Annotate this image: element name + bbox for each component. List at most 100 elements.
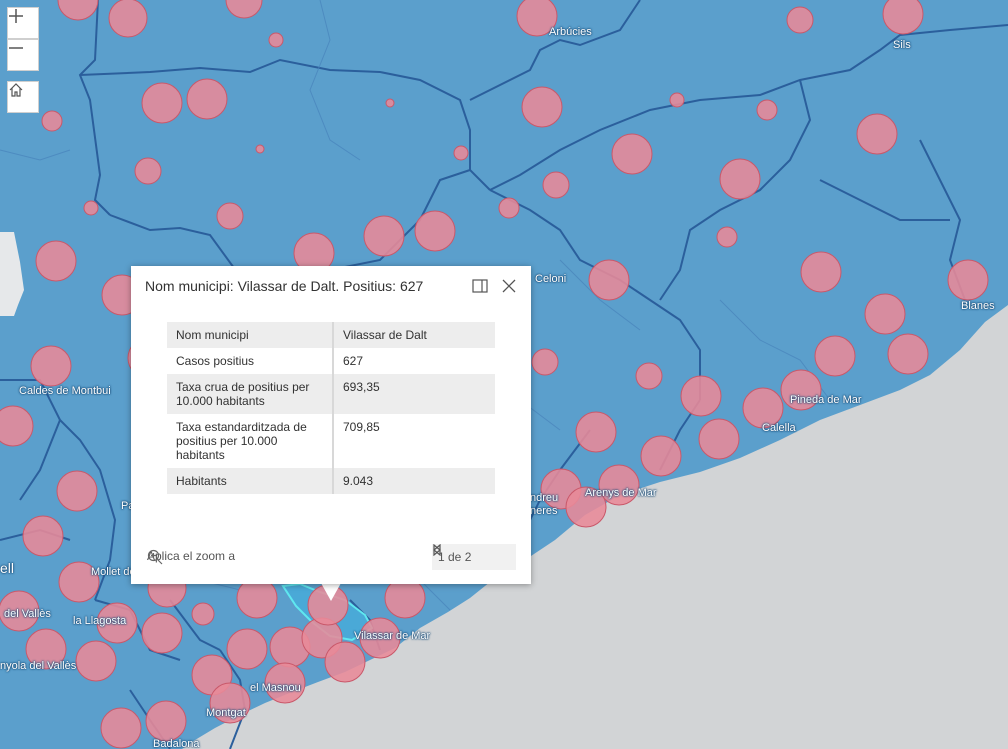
cases-circle[interactable] bbox=[226, 628, 268, 670]
place-label-caldes: Caldes de Montbui bbox=[19, 385, 111, 397]
cases-circle[interactable] bbox=[698, 418, 740, 460]
cases-circle[interactable] bbox=[191, 602, 215, 626]
feature-popup: Nom municipi: Vilassar de Dalt. Positius… bbox=[131, 266, 531, 584]
close-icon[interactable] bbox=[500, 277, 518, 295]
cases-circle[interactable] bbox=[83, 200, 99, 216]
feature-pager: 1 de 2 bbox=[432, 544, 516, 570]
next-feature-icon[interactable] bbox=[432, 544, 442, 556]
cases-circle[interactable] bbox=[35, 240, 77, 282]
pager-text: 1 de 2 bbox=[438, 550, 472, 564]
cases-circle[interactable] bbox=[453, 145, 469, 161]
zoom-in-button[interactable] bbox=[7, 7, 39, 39]
cases-circle[interactable] bbox=[680, 375, 722, 417]
place-label-montgat: Montgat bbox=[206, 707, 246, 719]
cases-circle[interactable] bbox=[414, 210, 456, 252]
attribute-value: Vilassar de Dalt bbox=[343, 328, 427, 342]
place-label-arbucies: Arbúcies bbox=[549, 26, 592, 38]
cases-circle[interactable] bbox=[255, 144, 265, 154]
zoom-to-button[interactable]: Aplica el zoom a bbox=[147, 549, 235, 565]
place-label-ell: ell bbox=[0, 560, 15, 576]
place-label-badalona: Badalona bbox=[153, 738, 200, 749]
popup-title: Nom municipi: Vilassar de Dalt. Positius… bbox=[145, 278, 424, 294]
cases-circle[interactable] bbox=[498, 197, 520, 219]
cases-circle[interactable] bbox=[216, 202, 244, 230]
cases-circle[interactable] bbox=[100, 707, 142, 749]
attribute-value: 627 bbox=[343, 354, 364, 368]
cases-circle[interactable] bbox=[75, 640, 117, 682]
cases-circle[interactable] bbox=[719, 158, 761, 200]
cases-circle[interactable] bbox=[756, 99, 778, 121]
plus-icon bbox=[9, 9, 23, 23]
cases-circle[interactable] bbox=[134, 157, 162, 185]
cases-circle[interactable] bbox=[800, 251, 842, 293]
dock-icon[interactable] bbox=[471, 277, 489, 295]
cases-circle[interactable] bbox=[385, 98, 395, 108]
cases-circle[interactable] bbox=[30, 345, 72, 387]
place-label-blanes: Blanes bbox=[961, 300, 995, 312]
popup-pointer bbox=[321, 583, 341, 601]
place-label-llagosta: la Llagosta bbox=[73, 615, 127, 627]
cases-circle[interactable] bbox=[141, 612, 183, 654]
cases-circle[interactable] bbox=[542, 171, 570, 199]
cases-circle[interactable] bbox=[640, 435, 682, 477]
cases-circle[interactable] bbox=[716, 226, 738, 248]
cases-circle[interactable] bbox=[575, 411, 617, 453]
attribute-value: 693,35 bbox=[343, 380, 380, 394]
cases-circle[interactable] bbox=[384, 577, 426, 619]
place-label-neres: neres bbox=[530, 505, 558, 517]
attribute-row: Habitants 9.043 bbox=[167, 468, 495, 494]
cases-circle[interactable] bbox=[611, 133, 653, 175]
cases-circle[interactable] bbox=[856, 113, 898, 155]
place-label-masnou: el Masnou bbox=[250, 682, 301, 694]
cases-circle[interactable] bbox=[882, 0, 924, 35]
attribute-value: 709,85 bbox=[343, 420, 380, 434]
attribute-row: Casos positius 627 bbox=[167, 348, 495, 374]
attribute-value: 9.043 bbox=[343, 474, 374, 488]
attribute-table: Nom municipi Vilassar de Dalt Casos positi… bbox=[167, 322, 495, 494]
home-button[interactable] bbox=[7, 81, 39, 113]
zoom-out-button[interactable] bbox=[7, 39, 39, 71]
cases-circle[interactable] bbox=[864, 293, 906, 335]
attribute-row: Taxa crua de positius per 10.000 habitan… bbox=[167, 374, 495, 414]
place-label-andreu: ndreu bbox=[530, 492, 559, 504]
attribute-key: Nom municipi bbox=[167, 322, 334, 348]
cases-circle[interactable] bbox=[145, 700, 187, 742]
cases-circle[interactable] bbox=[521, 86, 563, 128]
place-label-vilassar_mar: Vilassar de Mar bbox=[354, 630, 431, 642]
cases-circle[interactable] bbox=[141, 82, 183, 124]
cases-circle[interactable] bbox=[324, 641, 366, 683]
cases-circle[interactable] bbox=[669, 92, 685, 108]
place-label-celoni: Celoni bbox=[535, 273, 567, 285]
cases-circle[interactable] bbox=[635, 362, 663, 390]
cases-circle[interactable] bbox=[186, 78, 228, 120]
place-label-mollet: Mollet de bbox=[91, 566, 136, 578]
attribute-key: Casos positius bbox=[167, 348, 334, 374]
cases-circle[interactable] bbox=[598, 464, 640, 506]
zoom-in-magnifier-icon bbox=[147, 549, 163, 565]
attribute-key: Habitants bbox=[167, 468, 334, 494]
home-icon bbox=[9, 83, 23, 97]
map-view[interactable]: Arbúcies Sils Celoni Blanes Caldes de Montbu… bbox=[0, 0, 1008, 749]
attribute-key: Taxa crua de positius per 10.000 habitan… bbox=[167, 374, 334, 414]
cases-circle[interactable] bbox=[268, 32, 284, 48]
place-label-sils: Sils bbox=[893, 39, 911, 51]
attribute-key: Taxa estandarditzada de positius per 10.… bbox=[167, 414, 334, 468]
cases-circle[interactable] bbox=[236, 577, 278, 619]
cases-circle[interactable] bbox=[41, 110, 63, 132]
place-label-arenys: Arenys de Mar bbox=[585, 487, 657, 499]
cases-circle[interactable] bbox=[363, 215, 405, 257]
cases-circle[interactable] bbox=[887, 333, 929, 375]
cases-circle[interactable] bbox=[56, 470, 98, 512]
minus-icon bbox=[9, 47, 23, 49]
place-label-valles: del Vallès bbox=[4, 608, 51, 620]
cases-circle[interactable] bbox=[531, 348, 559, 376]
cases-circle[interactable] bbox=[108, 0, 148, 38]
place-label-pineda: Pineda de Mar bbox=[790, 394, 862, 406]
place-label-calella: Calella bbox=[762, 422, 796, 434]
cases-circle[interactable] bbox=[22, 515, 64, 557]
cases-circle[interactable] bbox=[588, 259, 630, 301]
cases-circle[interactable] bbox=[947, 259, 989, 301]
attribute-row: Taxa estandarditzada de positius per 10.… bbox=[167, 414, 495, 468]
cases-circle[interactable] bbox=[814, 335, 856, 377]
cases-circle[interactable] bbox=[786, 6, 814, 34]
